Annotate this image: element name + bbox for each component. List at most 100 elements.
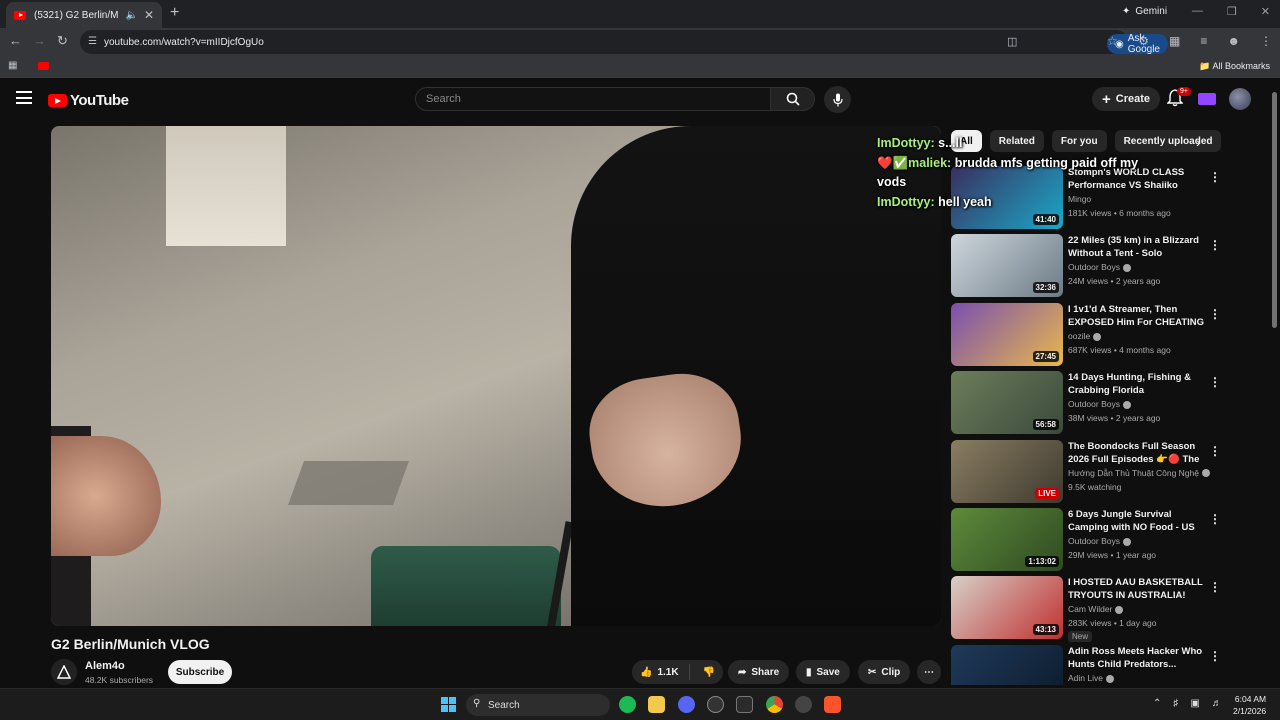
gemini-button[interactable]: ✦ Gemini bbox=[1122, 6, 1167, 17]
recommendation-item[interactable]: 27:45 I 1v1'd A Streamer, Then EXPOSED Hi… bbox=[951, 302, 1221, 366]
all-bookmarks-label: All Bookmarks bbox=[1212, 61, 1270, 71]
address-bar[interactable]: ☰ youtube.com/watch?v=mIIDjcfOgUo ◫ ◉ As… bbox=[80, 30, 1168, 55]
speaker-icon[interactable]: 🔈 bbox=[125, 10, 137, 21]
forward-arrow-icon[interactable]: → bbox=[33, 33, 46, 48]
clip-button[interactable]: ✂ Clip bbox=[858, 660, 911, 684]
file-explorer-icon[interactable] bbox=[648, 696, 665, 713]
video-frame-pillar bbox=[166, 126, 286, 246]
save-button[interactable]: ▮ Save bbox=[796, 660, 850, 684]
maximize-icon[interactable]: ❐ bbox=[1227, 5, 1237, 18]
recommendation-title[interactable]: I HOSTED AAU BASKETBALL TRYOUTS IN AUSTR… bbox=[1068, 576, 1206, 602]
page-scrollbar[interactable] bbox=[1272, 92, 1277, 328]
video-thumbnail[interactable]: 27:45 bbox=[951, 302, 1063, 366]
plus-icon: + bbox=[1102, 90, 1111, 108]
more-vertical-icon[interactable]: ⋮ bbox=[1209, 238, 1221, 252]
media-controls-icon[interactable]: ▦ bbox=[1169, 34, 1180, 48]
channel-avatar[interactable] bbox=[51, 659, 77, 685]
recommendation-channel[interactable]: oozile bbox=[1068, 331, 1102, 341]
video-thumbnail[interactable]: 1:13:02 bbox=[951, 508, 1063, 571]
more-vertical-icon[interactable]: ⋮ bbox=[1209, 307, 1221, 321]
app-icon[interactable] bbox=[707, 696, 724, 713]
display-icon[interactable]: ▣ bbox=[1190, 698, 1199, 709]
recommendation-channel[interactable]: Outdoor Boys bbox=[1068, 536, 1131, 546]
star-bookmark-icon[interactable]: ☆ bbox=[1107, 34, 1118, 48]
youtube-bookmark-icon[interactable] bbox=[38, 62, 49, 70]
brave-icon[interactable] bbox=[824, 696, 841, 713]
recommendation-channel[interactable]: Outdoor Boys bbox=[1068, 262, 1131, 272]
search-button[interactable] bbox=[771, 87, 815, 111]
recommendation-channel[interactable]: Hướng Dẫn Thủ Thuật Công Nghệ bbox=[1068, 468, 1210, 478]
recommendation-channel[interactable]: Cam Wilder bbox=[1068, 604, 1124, 614]
subscribe-button[interactable]: Subscribe bbox=[168, 660, 232, 684]
recommendation-channel[interactable]: Outdoor Boys bbox=[1068, 399, 1131, 409]
recommendation-item[interactable]: 43:13 I HOSTED AAU BASKETBALL TRYOUTS IN … bbox=[951, 576, 1221, 643]
more-vertical-icon[interactable]: ⋮ bbox=[1209, 170, 1221, 184]
more-vertical-icon[interactable]: ⋮ bbox=[1209, 375, 1221, 389]
back-arrow-icon[interactable]: ← bbox=[9, 33, 22, 48]
more-vertical-icon[interactable]: ⋮ bbox=[1209, 649, 1221, 663]
system-clock[interactable]: 6:04 AM 2/1/2026 bbox=[1233, 693, 1266, 717]
recommendation-channel[interactable]: Adin Live bbox=[1068, 673, 1114, 683]
apps-grid-icon[interactable]: ▦ bbox=[8, 60, 17, 71]
twitch-extension-icon[interactable] bbox=[1198, 93, 1216, 105]
like-dislike-group: 👍 1.1K 👎 bbox=[632, 660, 723, 684]
recommendation-item[interactable]: 56:58 14 Days Hunting, Fishing & Crabbing… bbox=[951, 371, 1221, 435]
chrome-icon[interactable] bbox=[766, 696, 783, 713]
more-vertical-icon[interactable]: ⋮ bbox=[1209, 512, 1221, 526]
video-thumbnail[interactable]: 32:36 bbox=[951, 234, 1063, 298]
discord-icon[interactable] bbox=[678, 696, 695, 713]
video-thumbnail[interactable]: LIVE bbox=[951, 439, 1063, 503]
voice-search-button[interactable] bbox=[824, 86, 851, 113]
browser-tab[interactable]: (5321) G2 Berlin/Munich VL 🔈 ✕ bbox=[6, 2, 162, 28]
extensions-icon[interactable]: ⚙ bbox=[1138, 34, 1149, 48]
windows-start-icon[interactable] bbox=[441, 697, 456, 712]
search-input[interactable]: Search bbox=[415, 87, 771, 111]
microphone-icon[interactable]: ♯ bbox=[1173, 698, 1178, 709]
create-button[interactable]: + Create bbox=[1092, 87, 1161, 111]
recommendation-title[interactable]: The Boondocks Full Season 2026 Full Epis… bbox=[1068, 440, 1206, 466]
video-player[interactable] bbox=[51, 126, 941, 626]
install-app-icon[interactable]: ◫ bbox=[1007, 35, 1017, 48]
hamburger-menu-icon[interactable] bbox=[16, 91, 32, 108]
minimize-icon[interactable]: — bbox=[1192, 5, 1203, 18]
app-icon[interactable] bbox=[795, 696, 812, 713]
account-avatar[interactable] bbox=[1229, 88, 1251, 110]
more-vertical-icon[interactable]: ⋮ bbox=[1209, 444, 1221, 458]
video-thumbnail[interactable]: 56:58 bbox=[951, 371, 1063, 435]
bookmarks-bar: ▦ 📁 All Bookmarks bbox=[0, 56, 1280, 78]
verified-check-icon bbox=[1105, 674, 1114, 683]
epic-games-icon[interactable] bbox=[736, 696, 753, 713]
chevron-up-icon[interactable]: ⌃ bbox=[1153, 698, 1161, 709]
reload-icon[interactable]: ↻ bbox=[57, 33, 68, 49]
all-bookmarks-button[interactable]: 📁 All Bookmarks bbox=[1199, 61, 1270, 72]
like-button[interactable]: 👍 1.1K bbox=[632, 664, 690, 680]
close-window-icon[interactable]: ✕ bbox=[1261, 5, 1270, 18]
taskbar-search[interactable]: ⚲ Search bbox=[466, 694, 610, 716]
share-button[interactable]: ➦ Share bbox=[728, 660, 790, 684]
recommendation-title[interactable]: 22 Miles (35 km) in a Blizzard Without a… bbox=[1068, 234, 1206, 260]
recommendation-title[interactable]: 6 Days Jungle Survival Camping with NO F… bbox=[1068, 508, 1206, 534]
recommendation-item[interactable]: 1:13:02 6 Days Jungle Survival Camping wi… bbox=[951, 508, 1221, 571]
recommendation-item[interactable]: LIVE The Boondocks Full Season 2026 Full … bbox=[951, 439, 1221, 503]
recommendation-item[interactable]: Adin Ross Meets Hacker Who Hunts Child P… bbox=[951, 644, 1221, 685]
new-tab-button[interactable]: + bbox=[170, 4, 179, 22]
dislike-button[interactable]: 👎 bbox=[695, 667, 723, 678]
video-thumbnail[interactable] bbox=[951, 644, 1063, 685]
channel-name[interactable]: Alem4o bbox=[85, 660, 125, 672]
profile-icon[interactable]: ☻ bbox=[1227, 34, 1240, 48]
chevron-right-icon[interactable]: › bbox=[1196, 134, 1201, 150]
recommendation-title[interactable]: Adin Ross Meets Hacker Who Hunts Child P… bbox=[1068, 645, 1206, 671]
more-vertical-icon[interactable]: ⋮ bbox=[1209, 580, 1221, 594]
recommendation-title[interactable]: I 1v1'd A Streamer, Then EXPOSED Him For… bbox=[1068, 303, 1206, 329]
menu-kebab-icon[interactable]: ⋮ bbox=[1260, 34, 1272, 48]
reading-list-icon[interactable]: ≡ bbox=[1200, 34, 1207, 48]
close-tab-icon[interactable]: ✕ bbox=[144, 8, 154, 22]
volume-icon[interactable]: ♬ bbox=[1212, 698, 1222, 709]
recommendation-title[interactable]: 14 Days Hunting, Fishing & Crabbing Flor… bbox=[1068, 371, 1206, 397]
recommendation-item[interactable]: 32:36 22 Miles (35 km) in a Blizzard With… bbox=[951, 234, 1221, 298]
video-thumbnail[interactable]: 43:13 bbox=[951, 576, 1063, 640]
more-actions-button[interactable]: ⋯ bbox=[917, 660, 941, 684]
youtube-logo[interactable]: YouTube bbox=[48, 92, 129, 109]
spotify-icon[interactable] bbox=[619, 696, 636, 713]
site-info-icon[interactable]: ☰ bbox=[88, 36, 97, 47]
